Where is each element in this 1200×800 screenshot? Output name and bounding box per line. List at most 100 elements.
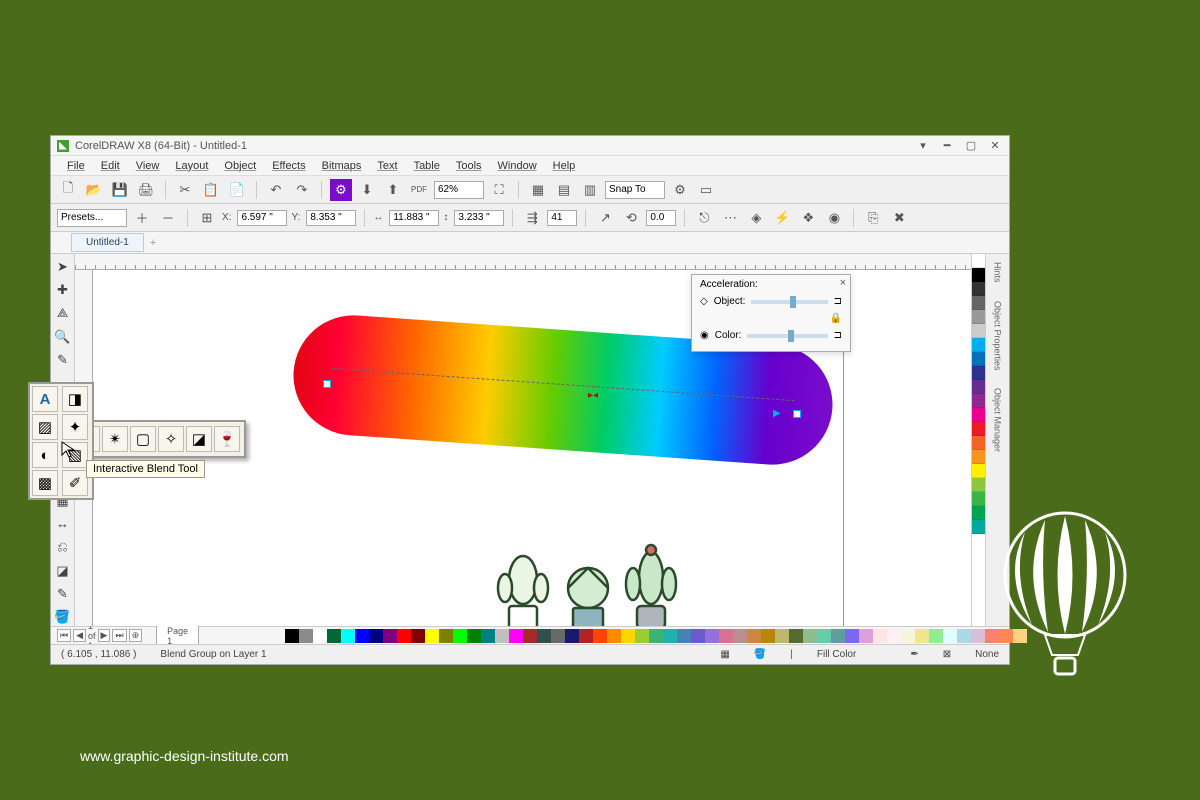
pick-tool-icon[interactable]: ➤ <box>54 258 72 275</box>
offset-input[interactable] <box>646 210 676 226</box>
x-input[interactable] <box>237 210 287 226</box>
color-swatch[interactable] <box>439 629 453 643</box>
options-button[interactable]: ⚙ <box>669 179 691 201</box>
add-page-button[interactable]: ⊕ <box>129 629 143 642</box>
color-swatch[interactable] <box>579 629 593 643</box>
freehand-tool-icon[interactable]: ✎ <box>54 351 72 368</box>
color-swatch[interactable] <box>972 380 986 394</box>
none-swatch-icon[interactable]: ⊠ <box>943 649 951 660</box>
color-swatch[interactable] <box>845 629 859 643</box>
transparency-icon[interactable]: 🍷 <box>214 426 240 452</box>
new-button[interactable]: 🗋 <box>57 179 79 201</box>
path-icon[interactable]: ⎋ <box>693 207 715 229</box>
dropshadow-icon[interactable]: ▢ <box>130 426 156 452</box>
print-button[interactable]: 🖨 <box>135 179 157 201</box>
distort-icon[interactable]: ✴ <box>102 426 128 452</box>
color-swatch[interactable] <box>972 520 986 534</box>
color-swatch[interactable] <box>817 629 831 643</box>
menu-layout[interactable]: Layout <box>169 158 214 174</box>
color-swatch[interactable] <box>972 282 986 296</box>
copy-blend-icon[interactable]: ⎘ <box>862 207 884 229</box>
first-page-button[interactable]: ⏮ <box>57 629 71 642</box>
menu-file[interactable]: File <box>61 158 91 174</box>
shape-tool-icon[interactable]: ✚ <box>54 281 72 298</box>
blend-steps-input[interactable] <box>547 210 577 226</box>
accel-close-button[interactable]: × <box>840 277 846 289</box>
effects-tool-icon[interactable]: ◪ <box>54 562 72 579</box>
maximize-button[interactable]: ▢ <box>963 138 979 154</box>
color-swatch[interactable] <box>341 629 355 643</box>
color-swatch[interactable] <box>551 629 565 643</box>
fill-tool2-icon[interactable]: ▩ <box>32 470 58 496</box>
menu-window[interactable]: Window <box>492 158 543 174</box>
envelope-icon[interactable]: ✧ <box>158 426 184 452</box>
color-swatch[interactable] <box>972 478 986 492</box>
last-page-button[interactable]: ⏭ <box>112 629 126 642</box>
accel-color-slider[interactable] <box>747 334 827 338</box>
loop-icon[interactable]: ⟲ <box>620 207 642 229</box>
color-swatch[interactable] <box>607 629 621 643</box>
presets-combo[interactable]: Presets... <box>57 209 127 227</box>
text-tool-A-icon[interactable]: A <box>32 386 58 412</box>
color-swatch[interactable] <box>943 629 957 643</box>
color-swatch[interactable] <box>635 629 649 643</box>
color-swatch[interactable] <box>313 629 327 643</box>
menu-edit[interactable]: Edit <box>95 158 126 174</box>
color-swatch[interactable] <box>929 629 943 643</box>
color-swatch[interactable] <box>972 352 986 366</box>
y-input[interactable] <box>306 210 356 226</box>
color-swatch[interactable] <box>705 629 719 643</box>
color-swatch[interactable] <box>803 629 817 643</box>
object-manager-docker[interactable]: Object Manager <box>993 384 1003 456</box>
prev-page-button[interactable]: ◀ <box>73 629 86 642</box>
blend-end-handle[interactable] <box>793 410 801 418</box>
lock-icon[interactable]: 🔒 <box>830 313 842 324</box>
accel-object-slider[interactable] <box>751 300 827 304</box>
export-button[interactable]: ⬆ <box>382 179 404 201</box>
transparency-tool-icon[interactable]: ◐ <box>32 442 58 468</box>
color-swatch[interactable] <box>285 629 299 643</box>
color-swatch[interactable] <box>972 492 986 506</box>
color-swatch[interactable] <box>747 629 761 643</box>
color-swatch[interactable] <box>887 629 901 643</box>
color-swatch[interactable] <box>369 629 383 643</box>
paste-button[interactable]: 📄 <box>226 179 248 201</box>
extrude-tool-icon[interactable]: ◨ <box>62 386 88 412</box>
color-swatch[interactable] <box>859 629 873 643</box>
close-button[interactable]: ✕ <box>987 138 1003 154</box>
color-blend-icon[interactable]: ❖ <box>797 207 819 229</box>
color-swatch[interactable] <box>972 394 986 408</box>
color-swatch[interactable] <box>761 629 775 643</box>
doc-color-icon[interactable]: ▦ <box>720 649 729 660</box>
color-swatch[interactable] <box>873 629 887 643</box>
start-end-icon[interactable]: ◈ <box>745 207 767 229</box>
fill-icon[interactable]: 🪣 <box>754 649 766 660</box>
color-swatch[interactable] <box>509 629 523 643</box>
menu-text[interactable]: Text <box>371 158 403 174</box>
fill-tool-icon[interactable]: 🪣 <box>54 609 72 626</box>
color-swatch[interactable] <box>985 629 999 643</box>
color-swatch[interactable] <box>593 629 607 643</box>
outline-icon[interactable]: ✒ <box>910 649 918 660</box>
object-properties-docker[interactable]: Object Properties <box>993 297 1003 375</box>
color-swatch[interactable] <box>972 338 986 352</box>
menu-bitmaps[interactable]: Bitmaps <box>316 158 368 174</box>
color-swatch[interactable] <box>972 296 986 310</box>
color-swatch[interactable] <box>523 629 537 643</box>
color-swatch[interactable] <box>775 629 789 643</box>
menu-tools[interactable]: Tools <box>450 158 488 174</box>
add-tab-button[interactable]: + <box>150 237 156 249</box>
blend-start-handle[interactable] <box>323 380 331 388</box>
eyedropper-tool-icon[interactable]: ✎ <box>54 585 72 602</box>
color-swatch[interactable] <box>957 629 971 643</box>
color-swatch[interactable] <box>972 436 986 450</box>
color-swatch[interactable] <box>972 366 986 380</box>
cut-button[interactable]: ✂ <box>174 179 196 201</box>
color-swatch[interactable] <box>537 629 551 643</box>
zoom-level[interactable]: 62% <box>434 181 484 199</box>
color-swatch[interactable] <box>733 629 747 643</box>
color-swatch[interactable] <box>467 629 481 643</box>
color-swatch[interactable] <box>901 629 915 643</box>
next-page-button[interactable]: ▶ <box>98 629 111 642</box>
h-input[interactable] <box>454 210 504 226</box>
